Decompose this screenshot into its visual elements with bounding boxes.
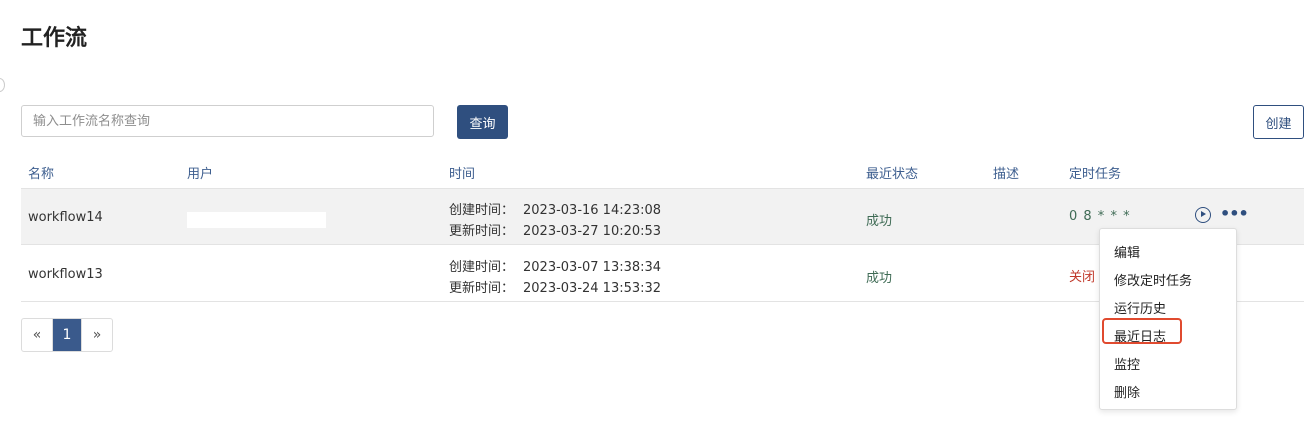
workflow-name[interactable]: workflow13 [28,267,103,282]
query-button[interactable]: 查询 [457,105,508,139]
column-header-schedule: 定时任务 [1069,167,1122,182]
edge-handle [0,78,5,92]
updated-time-label: 更新时间： [449,281,515,296]
updated-time-value: 2023-03-24 13:53:32 [523,281,662,296]
menu-item-run-history[interactable]: 运行历史 [1114,298,1166,317]
menu-item-edit[interactable]: 编辑 [1114,242,1140,261]
column-header-user: 用户 [187,167,214,182]
page-title: 工作流 [21,26,88,51]
created-time-label: 创建时间： [449,203,515,218]
updated-time-value: 2023-03-27 10:20:53 [523,224,662,239]
created-time-label: 创建时间： [449,260,515,275]
updated-time-label: 更新时间： [449,224,515,239]
created-time: 创建时间： 2023-03-07 13:38:34 [449,256,661,275]
next-page-button[interactable]: » [82,319,112,351]
more-icon[interactable]: ••• [1220,206,1249,222]
search-input[interactable] [21,105,434,137]
play-icon[interactable] [1195,207,1211,223]
menu-item-monitor[interactable]: 监控 [1114,354,1140,373]
updated-time: 更新时间： 2023-03-27 10:20:53 [449,220,661,239]
column-header-status: 最近状态 [866,167,919,182]
menu-item-edit-schedule[interactable]: 修改定时任务 [1114,270,1192,289]
status-text: 成功 [866,271,893,286]
updated-time: 更新时间： 2023-03-24 13:53:32 [449,277,661,296]
column-header-name: 名称 [28,167,55,182]
pagination: « 1 » [21,318,113,352]
create-button[interactable]: 创建 [1253,105,1304,139]
menu-item-recent-logs[interactable]: 最近日志 [1114,326,1166,345]
page-1-button[interactable]: 1 [52,319,82,351]
menu-item-delete[interactable]: 删除 [1114,382,1140,401]
workflow-name[interactable]: workflow14 [28,210,103,225]
status-text: 成功 [866,214,893,229]
created-time: 创建时间： 2023-03-16 14:23:08 [449,199,661,218]
column-header-description: 描述 [993,167,1020,182]
created-time-value: 2023-03-07 13:38:34 [523,260,662,275]
prev-page-button[interactable]: « [22,319,52,351]
column-header-time: 时间 [449,167,476,182]
schedule-cron: 0 8 * * * [1069,209,1131,224]
schedule-closed: 关闭 [1069,270,1096,285]
row-actions-menu: 编辑 修改定时任务 运行历史 最近日志 监控 删除 [1099,228,1237,410]
user-cell-redacted [187,212,326,228]
created-time-value: 2023-03-16 14:23:08 [523,203,662,218]
